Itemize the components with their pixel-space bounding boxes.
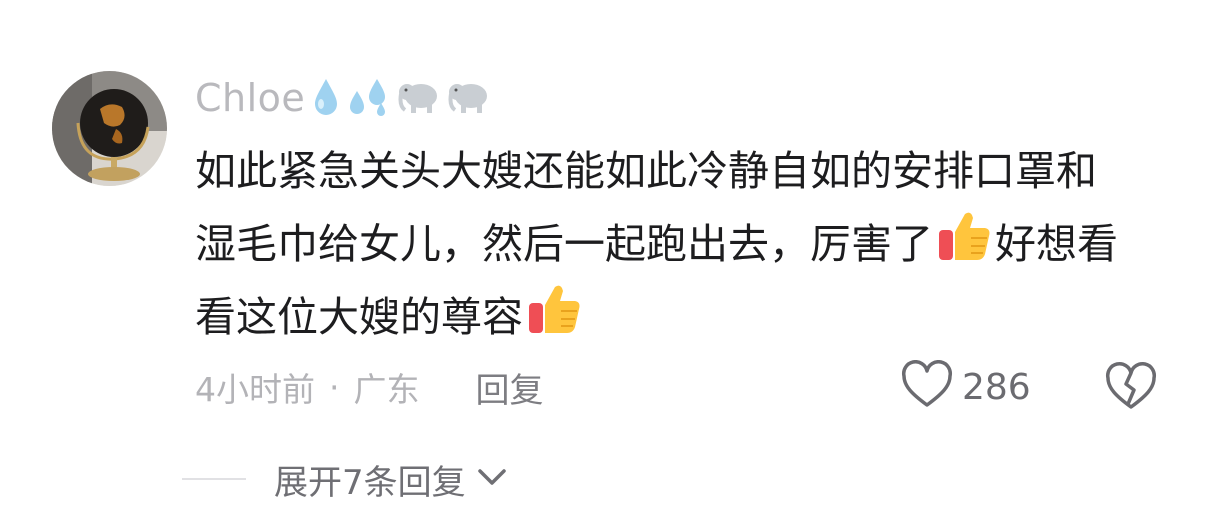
elephant-icon <box>447 76 491 120</box>
like-count: 286 <box>962 366 1031 408</box>
elephant-icon <box>397 76 441 120</box>
thumbs-up-icon <box>935 206 993 281</box>
sweat-droplets-icon <box>347 75 391 121</box>
comment-text: 如此紧急关头大嫂还能如此冷静自如的安排口罩和 湿毛巾给女儿，然后一起跑出去，厉害… <box>195 134 1185 353</box>
divider-line <box>182 478 246 480</box>
comment-line: 湿毛巾给女儿，然后一起跑出去，厉害了 好想看 <box>195 207 1185 280</box>
reply-button[interactable]: 回复 <box>476 363 544 412</box>
expand-replies-button[interactable]: 展开7条回复 <box>182 455 508 503</box>
comment-location: 广东 <box>353 370 420 409</box>
chevron-down-icon <box>476 466 508 492</box>
comment-line-text: 如此紧急关头大嫂还能如此冷静自如的安排口罩和 <box>195 146 1097 195</box>
droplet-icon <box>311 76 341 120</box>
broken-heart-icon <box>1105 362 1157 409</box>
heart-icon <box>900 360 954 414</box>
comment-line-text: 湿毛巾给女儿，然后一起跑出去，厉害了 <box>195 219 933 268</box>
comment-line: 如此紧急关头大嫂还能如此冷静自如的安排口罩和 <box>195 134 1185 207</box>
comment-line: 看这位大嫂的尊容 <box>195 280 1185 353</box>
thumbs-up-icon <box>525 279 583 354</box>
comment-meta: 4小时前 · 广东 回复 <box>195 363 544 412</box>
expand-replies-label: 展开7条回复 <box>274 462 466 503</box>
comment-line-text: 看这位大嫂的尊容 <box>195 292 523 341</box>
username[interactable]: Chloe <box>195 76 305 120</box>
separator-dot: · <box>329 367 340 407</box>
comment-item: Chloe 如此紧急关头大嫂还能如此冷静自如的安排口罩和 湿毛巾给女儿，然后一起… <box>0 0 1220 514</box>
avatar[interactable] <box>52 71 167 186</box>
comment-time: 4小时前 <box>195 370 315 409</box>
globe-icon <box>52 71 167 186</box>
like-button[interactable]: 286 <box>900 360 1031 414</box>
comment-line-text: 好想看 <box>995 219 1118 268</box>
username-row: Chloe <box>195 72 491 124</box>
dislike-button[interactable] <box>1104 360 1158 414</box>
